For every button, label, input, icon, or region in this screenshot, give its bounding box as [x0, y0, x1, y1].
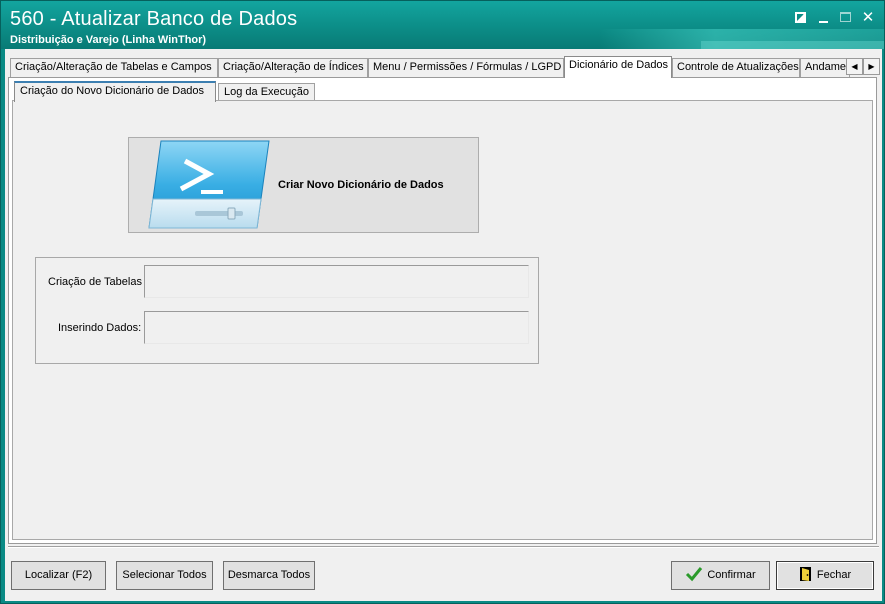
close-button[interactable]: Fechar — [776, 561, 874, 590]
powershell-icon — [148, 140, 270, 229]
tab-progress[interactable]: Andame — [800, 58, 850, 77]
app-window: 560 - Atualizar Banco de Dados Distribui… — [0, 0, 885, 604]
tables-progress-label: Criação de Tabelas — [48, 276, 142, 288]
window-subtitle: Distribuição e Varejo (Linha WinThor) — [10, 34, 207, 46]
close-button-label: Fechar — [816, 569, 852, 581]
sub-tab-strip: Criação do Novo Dicionário de Dados Log … — [14, 81, 334, 102]
new-dictionary-panel: Criar Novo Dicionário de Dados Criação d… — [12, 100, 873, 540]
tab-indexes[interactable]: Criação/Alteração de Índices — [218, 58, 368, 77]
tab-scroll-arrows: ◀ ▶ — [846, 58, 880, 75]
select-all-button[interactable]: Selecionar Todos — [116, 561, 213, 590]
tab-data-dictionary[interactable]: Dicionário de Dados — [564, 56, 672, 78]
client-area: Criação/Alteração de Tabelas e Campos Cr… — [5, 49, 882, 601]
tables-progress-bar — [144, 265, 529, 298]
close-icon[interactable]: ✕ — [859, 10, 877, 26]
restore-icon[interactable] — [792, 10, 810, 26]
window-title: 560 - Atualizar Banco de Dados — [10, 8, 298, 30]
minimize-icon[interactable] — [815, 10, 833, 26]
deselect-all-button[interactable]: Desmarca Todos — [223, 561, 315, 590]
data-progress-bar — [144, 311, 529, 344]
confirm-button-label: Confirmar — [707, 569, 756, 581]
tab-update-control[interactable]: Controle de Atualizações — [672, 58, 800, 77]
maximize-icon[interactable] — [837, 10, 855, 26]
progress-group: Criação de Tabelas Inserindo Dados: — [35, 257, 539, 364]
tab-menu-permissions[interactable]: Menu / Permissões / Fórmulas / LGPD — [368, 58, 564, 77]
tab-execution-log[interactable]: Log da Execução — [218, 83, 315, 101]
create-dictionary-button[interactable]: Criar Novo Dicionário de Dados — [128, 137, 479, 233]
confirm-button[interactable]: Confirmar — [671, 561, 770, 590]
deselect-all-button-label: Desmarca Todos — [227, 569, 311, 581]
search-button[interactable]: Localizar (F2) — [11, 561, 106, 590]
title-bar[interactable]: 560 - Atualizar Banco de Dados Distribui… — [1, 1, 884, 49]
search-button-label: Localizar (F2) — [24, 569, 93, 581]
tab-new-dictionary[interactable]: Criação do Novo Dicionário de Dados — [14, 81, 216, 102]
tab-tables-fields[interactable]: Criação/Alteração de Tabelas e Campos — [10, 58, 218, 77]
chevron-left-icon[interactable]: ◀ — [846, 58, 863, 75]
footer-divider — [8, 546, 879, 548]
main-tab-strip: Criação/Alteração de Tabelas e Campos Cr… — [8, 56, 880, 78]
select-all-button-label: Selecionar Todos — [122, 569, 207, 581]
chevron-right-icon[interactable]: ▶ — [863, 58, 880, 75]
create-dictionary-label: Criar Novo Dicionário de Dados — [278, 179, 444, 191]
checkmark-icon — [686, 567, 703, 582]
data-progress-label: Inserindo Dados: — [58, 322, 142, 334]
exit-door-icon — [799, 567, 811, 582]
data-dictionary-panel: Criação do Novo Dicionário de Dados Log … — [8, 77, 877, 544]
